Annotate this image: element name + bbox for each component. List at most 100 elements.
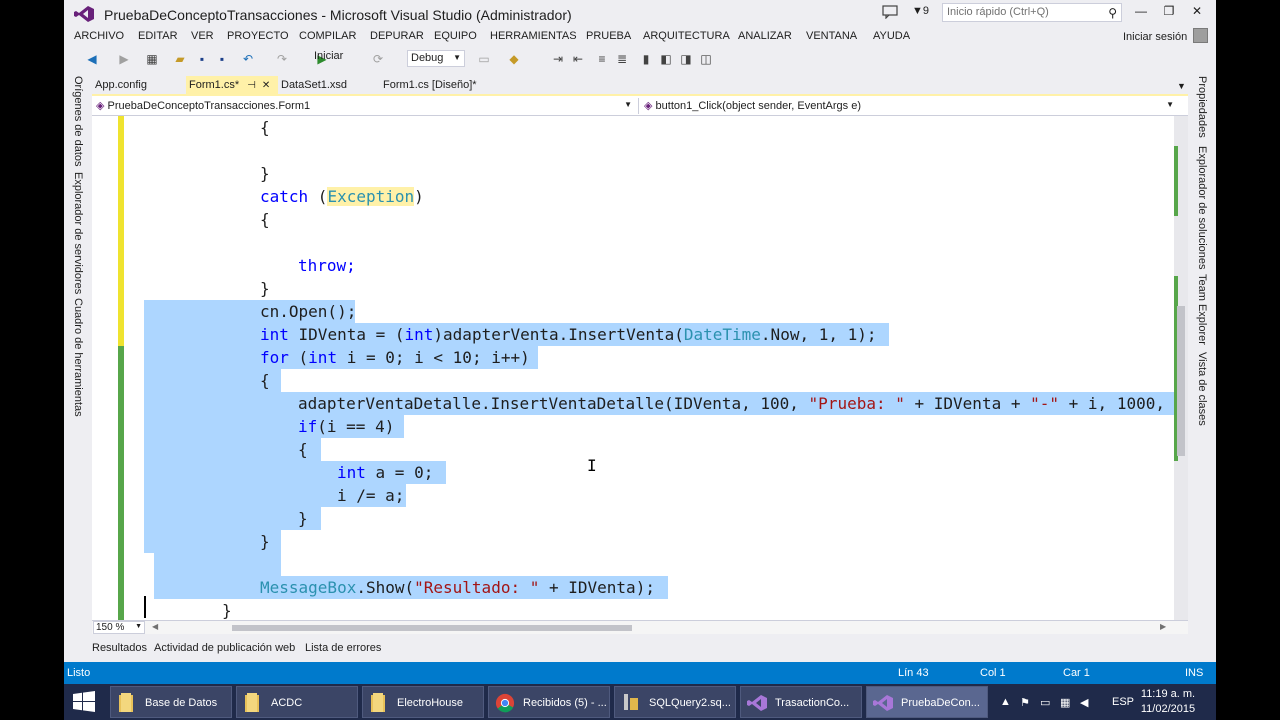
signin-link[interactable]: Iniciar sesión <box>1123 31 1187 43</box>
panel-origenes-datos[interactable]: Orígenes de datos <box>72 76 84 167</box>
code-editor[interactable]: { } catch (Exception) { throw; } cn.Open… <box>92 116 1188 620</box>
clear-bookmarks-icon[interactable]: ◫ <box>698 51 714 67</box>
forward-icon[interactable]: ▶ <box>116 51 132 67</box>
save-all-icon[interactable]: ▪ <box>214 51 230 67</box>
clock-time: 11:19 a. m. <box>1140 688 1196 700</box>
avatar[interactable] <box>1193 28 1208 43</box>
folder-icon <box>371 693 385 712</box>
panel-cuadro-herramientas[interactable]: Cuadro de herramientas <box>72 298 84 417</box>
menu-herramientas[interactable]: HERRAMIENTAS <box>490 30 577 42</box>
vertical-scrollbar[interactable] <box>1174 116 1188 620</box>
menu-analizar[interactable]: ANALIZAR <box>738 30 792 42</box>
save-icon[interactable]: ▪ <box>194 51 210 67</box>
left-tool-strip: Orígenes de datos Explorador de servidor… <box>64 72 92 662</box>
find-icon[interactable]: ◆ <box>506 51 522 67</box>
title-bar: PruebaDeConceptoTransacciones - Microsof… <box>64 0 1216 28</box>
close-button[interactable]: ✕ <box>1184 4 1210 22</box>
indent-icon[interactable]: ⇥ <box>550 51 566 67</box>
code-text[interactable]: { } catch (Exception) { throw; } cn.Open… <box>144 116 1174 620</box>
minimize-button[interactable]: — <box>1128 4 1154 22</box>
zoom-select[interactable]: 150 % ▼ <box>93 621 145 634</box>
notifications-flag[interactable]: ▼9 <box>912 5 929 17</box>
taskbar-item-acdc[interactable]: ACDC <box>236 686 358 718</box>
tab-form1-design[interactable]: Form1.cs [Diseño]* <box>380 76 520 95</box>
panel-explorador-soluciones[interactable]: Explorador de soluciones <box>1196 146 1208 270</box>
taskbar-item-chrome[interactable]: Recibidos (5) - ... <box>488 686 610 718</box>
selection-highlight <box>144 507 321 530</box>
scroll-left-icon[interactable]: ◀ <box>152 622 158 631</box>
tabs-overflow-icon[interactable]: ▼ <box>1177 81 1186 91</box>
tab-form1-cs[interactable]: Form1.cs* ⊣ ✕ <box>186 76 278 95</box>
open-file-icon[interactable]: ▰ <box>172 51 188 67</box>
sql-tools-icon <box>624 694 638 710</box>
configuration-select[interactable]: Debug ▼ <box>407 50 465 67</box>
panel-team-explorer[interactable]: Team Explorer <box>1196 274 1208 345</box>
menu-equipo[interactable]: EQUIPO <box>434 30 477 42</box>
menu-arquitectura[interactable]: ARQUITECTURA <box>643 30 730 42</box>
quick-launch-input[interactable]: Inicio rápido (Ctrl+Q) ⚲ <box>942 3 1122 22</box>
windows-start-icon[interactable] <box>72 690 96 714</box>
taskbar-item-electrohouse[interactable]: ElectroHouse <box>362 686 484 718</box>
scroll-right-icon[interactable]: ▶ <box>1160 622 1166 631</box>
taskbar-item-base-datos[interactable]: Base de Datos <box>110 686 232 718</box>
menu-compilar[interactable]: COMPILAR <box>299 30 356 42</box>
code-line: } <box>260 279 270 298</box>
next-bookmark-icon[interactable]: ◨ <box>678 51 694 67</box>
show-hidden-icons-icon[interactable]: ▲ <box>1000 696 1011 708</box>
bookmark-icon[interactable]: ▮ <box>638 51 654 67</box>
network-icon[interactable]: ▦ <box>1060 696 1070 709</box>
panel-propiedades[interactable]: Propiedades <box>1196 76 1208 138</box>
feedback-icon[interactable] <box>882 5 898 19</box>
close-icon[interactable]: ✕ <box>262 80 270 91</box>
system-clock[interactable]: 11:19 a. m. 11/02/2015 <box>1128 687 1208 717</box>
code-line: adapterVentaDetalle.InsertVentaDetalle(I… <box>298 394 1165 413</box>
panel-vista-clases[interactable]: Vista de clases <box>1196 352 1208 426</box>
taskbar-item-prueba[interactable]: PruebaDeCon... <box>866 686 988 718</box>
menu-ver[interactable]: VER <box>191 30 214 42</box>
power-icon[interactable]: ▭ <box>1040 696 1050 709</box>
pin-icon[interactable]: ⊣ <box>247 80 256 91</box>
taskbar-item-sqlquery[interactable]: SQLQuery2.sq... <box>614 686 736 718</box>
menu-archivo[interactable]: ARCHIVO <box>74 30 124 42</box>
menu-depurar[interactable]: DEPURAR <box>370 30 424 42</box>
type-value: PruebaDeConceptoTransacciones.Form1 <box>107 100 311 112</box>
panel-explorador-servidores[interactable]: Explorador de servidores <box>72 172 84 294</box>
code-line: { <box>260 371 270 390</box>
tab-dataset1-xsd[interactable]: DataSet1.xsd <box>278 76 378 95</box>
scroll-thumb[interactable] <box>1177 306 1185 456</box>
restore-button[interactable]: ❐ <box>1156 4 1182 22</box>
code-line: { <box>298 440 308 459</box>
code-line: for (int i = 0; i < 10; i++) <box>260 348 530 367</box>
menu-ventana[interactable]: VENTANA <box>806 30 857 42</box>
taskbar-item-trasaction[interactable]: TrasactionCo... <box>740 686 862 718</box>
undo-icon[interactable]: ↶ <box>240 51 256 67</box>
menu-prueba[interactable]: PRUEBA <box>586 30 631 42</box>
copy-icon[interactable]: ▭ <box>476 51 492 67</box>
chevron-down-icon: ▼ <box>624 100 632 109</box>
uncomment-icon[interactable]: ≣ <box>614 51 630 67</box>
code-navigation-bar: ◈ PruebaDeConceptoTransacciones.Form1 ▼ … <box>92 96 1188 116</box>
redo-icon[interactable]: ↷ <box>274 51 290 67</box>
menu-proyecto[interactable]: PROYECTO <box>227 30 289 42</box>
comment-icon[interactable]: ≡ <box>594 51 610 67</box>
back-icon[interactable]: ◀ <box>84 51 100 67</box>
refresh-icon[interactable]: ⟳ <box>370 51 386 67</box>
menu-editar[interactable]: EDITAR <box>138 30 178 42</box>
code-line: { <box>260 118 270 137</box>
tab-resultados[interactable]: Resultados <box>92 642 147 654</box>
type-dropdown[interactable]: ◈ PruebaDeConceptoTransacciones.Form1 ▼ <box>92 98 639 114</box>
code-line: } <box>222 601 232 620</box>
start-button[interactable]: Iniciar <box>314 50 343 62</box>
horizontal-scroll-thumb[interactable] <box>232 625 632 631</box>
tab-lista-errores[interactable]: Lista de errores <box>305 642 381 654</box>
selection-highlight <box>144 438 321 461</box>
volume-icon[interactable]: ◀ <box>1080 696 1088 709</box>
tab-app-config[interactable]: App.config <box>92 76 184 95</box>
new-project-icon[interactable]: ▦ <box>144 51 160 67</box>
menu-ayuda[interactable]: AYUDA <box>873 30 910 42</box>
member-dropdown[interactable]: ◈ button1_Click(object sender, EventArgs… <box>640 98 1180 114</box>
action-center-flag-icon[interactable]: ⚑ <box>1020 696 1030 709</box>
tab-actividad-publicacion[interactable]: Actividad de publicación web <box>154 642 295 654</box>
prev-bookmark-icon[interactable]: ◧ <box>658 51 674 67</box>
outdent-icon[interactable]: ⇤ <box>570 51 586 67</box>
